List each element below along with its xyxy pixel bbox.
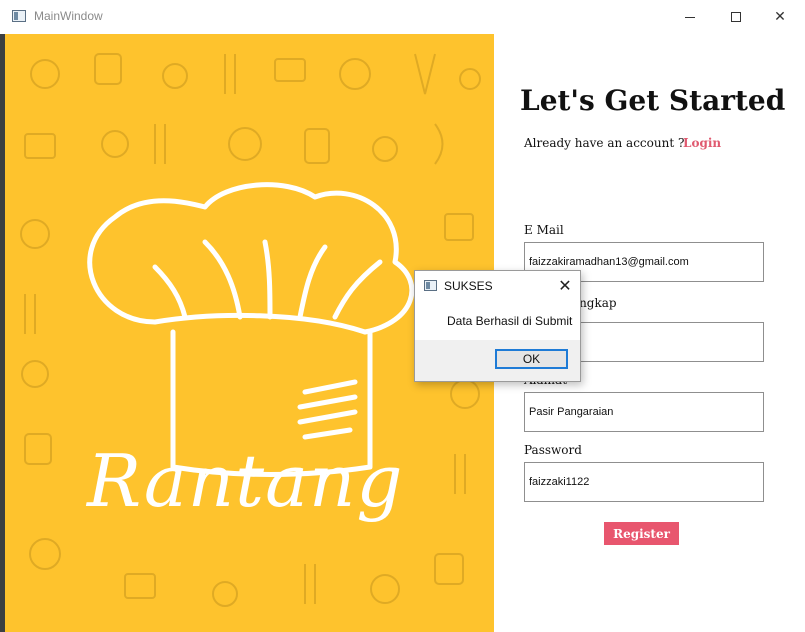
dialog-title: SUKSES — [444, 279, 493, 293]
app-icon — [12, 10, 26, 22]
brand-wordmark: Rantang — [87, 439, 404, 523]
page-title: Let's Get Started — [520, 84, 786, 117]
dialog-body: SUKSES ✕ Data Berhasil di Submit — [415, 271, 580, 340]
maximize-icon — [731, 12, 741, 22]
already-account-text: Already have an account ? — [524, 136, 685, 150]
window-title: MainWindow — [34, 9, 103, 23]
maximize-button[interactable] — [714, 4, 758, 30]
title-bar: MainWindow ✕ — [0, 0, 805, 34]
minimize-icon — [685, 16, 695, 18]
close-button[interactable]: ✕ — [758, 4, 802, 30]
close-icon: ✕ — [774, 9, 786, 25]
password-label: Password — [524, 443, 582, 457]
dialog-close-icon[interactable]: ✕ — [554, 274, 576, 296]
register-button[interactable]: Register — [604, 522, 679, 545]
email-label: E Mail — [524, 223, 564, 237]
dialog-message: Data Berhasil di Submit — [447, 314, 573, 328]
address-field[interactable]: Pasir Pangaraian — [524, 392, 764, 432]
ok-button[interactable]: OK — [495, 349, 568, 369]
minimize-button[interactable] — [668, 4, 712, 30]
dialog-app-icon — [424, 280, 437, 291]
login-link[interactable]: Login — [683, 136, 721, 150]
main-window: MainWindow ✕ Rantang Let's Get Started A… — [0, 0, 805, 632]
password-field[interactable]: faizzaki1122 — [524, 462, 764, 502]
success-dialog: SUKSES ✕ Data Berhasil di Submit OK — [414, 270, 581, 382]
